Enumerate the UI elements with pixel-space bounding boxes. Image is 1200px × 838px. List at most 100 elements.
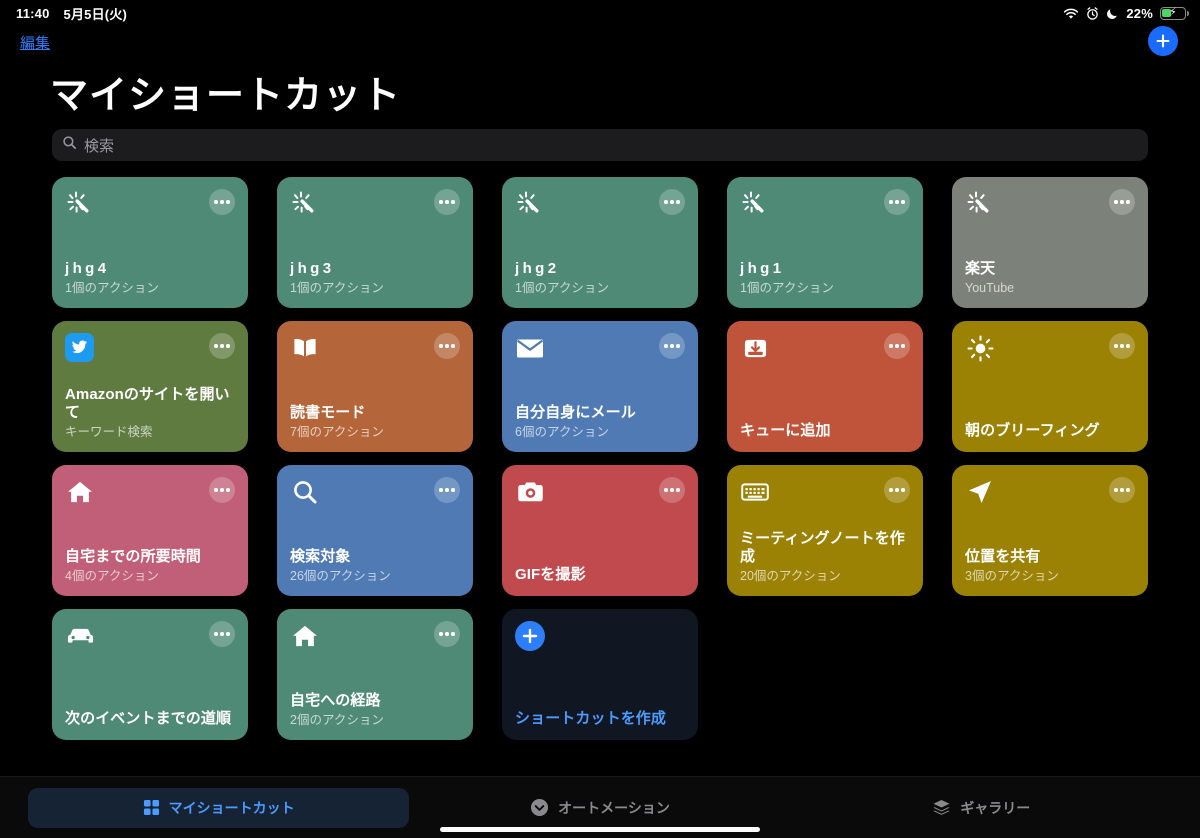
tile-text: 朝のブリーフィング (965, 422, 1135, 441)
add-shortcut-button[interactable] (1148, 26, 1178, 56)
tile-more-button[interactable] (884, 189, 910, 215)
tile-title: 自宅への経路 (290, 692, 381, 710)
tile-title: 位置を共有 (965, 548, 1041, 566)
tile-subtitle: 26個のアクション (290, 569, 391, 584)
magic-wand-icon (290, 189, 320, 219)
tile-more-button[interactable] (1109, 477, 1135, 503)
tile-title: 朝のブリーフィング (965, 422, 1100, 440)
tile-title: jhg4 (65, 260, 110, 278)
tile-subtitle: 1個のアクション (515, 281, 609, 296)
tile-text: 次のイベントまでの道順 (65, 710, 235, 729)
tile-title: GIFを撮影 (515, 566, 586, 584)
page-title: マイショートカット (50, 75, 402, 117)
shortcut-tile[interactable]: GIFを撮影 (502, 465, 698, 596)
home-indicator (440, 827, 760, 832)
status-bar-left: 11:40 5月5日(火) (16, 4, 127, 23)
magic-wand-icon (65, 189, 95, 219)
shortcut-tile[interactable]: 読書モード 7個のアクション (277, 321, 473, 452)
tile-more-button[interactable] (209, 477, 235, 503)
tile-header (65, 333, 235, 362)
tab-gallery[interactable]: ギャラリー (791, 788, 1172, 828)
tile-text: 読書モード 7個のアクション (290, 404, 460, 441)
tile-subtitle: 2個のアクション (290, 713, 384, 728)
create-shortcut-label: ショートカットを作成 (515, 710, 667, 728)
tile-header (740, 333, 910, 363)
tile-more-button[interactable] (434, 333, 460, 359)
layers-icon (932, 799, 951, 816)
tile-title: 楽天 (965, 260, 996, 278)
shortcut-tile[interactable]: Amazonのサイトを開いて キーワード検索 (52, 321, 248, 452)
book-icon (290, 333, 320, 363)
alarm-clock-icon (1086, 6, 1099, 20)
tile-more-button[interactable] (209, 189, 235, 215)
tile-more-button[interactable] (884, 477, 910, 503)
charging-bolt-icon: ⚡ (1169, 6, 1177, 19)
car-icon (65, 621, 95, 651)
tile-subtitle: 6個のアクション (515, 425, 609, 440)
shortcut-tile[interactable]: 位置を共有 3個のアクション (952, 465, 1148, 596)
tile-header (65, 621, 235, 651)
tile-header (65, 477, 235, 507)
tile-more-button[interactable] (434, 189, 460, 215)
battery-icon: ⚡ (1160, 6, 1189, 20)
create-shortcut-tile[interactable]: ショートカットを作成 (502, 609, 698, 740)
envelope-icon (515, 333, 545, 363)
edit-button[interactable]: 編集 (20, 32, 50, 53)
shortcut-tile[interactable]: jhg1 1個のアクション (727, 177, 923, 308)
tile-header (515, 621, 685, 651)
tile-more-button[interactable] (434, 621, 460, 647)
tile-more-button[interactable] (434, 477, 460, 503)
tile-header (515, 189, 685, 219)
tile-header (515, 477, 685, 507)
tile-more-button[interactable] (884, 333, 910, 359)
tile-more-button[interactable] (659, 477, 685, 503)
shortcut-tile[interactable]: 次のイベントまでの道順 (52, 609, 248, 740)
shortcut-tile[interactable]: jhg4 1個のアクション (52, 177, 248, 308)
tab-automation[interactable]: オートメーション (409, 788, 790, 828)
shortcuts-grid: jhg4 1個のアクション jhg3 1個のアクション jhg2 1個のアクション jhg1… (0, 161, 1200, 740)
shortcut-tile[interactable]: キューに追加 (727, 321, 923, 452)
tab-label-my-shortcuts: マイショートカット (168, 799, 295, 816)
moon-icon (1106, 7, 1119, 20)
house-icon (65, 477, 95, 507)
tile-more-button[interactable] (659, 333, 685, 359)
tile-text: キューに追加 (740, 422, 910, 441)
tile-header (740, 477, 910, 507)
tile-header (290, 189, 460, 219)
tile-more-button[interactable] (1109, 333, 1135, 359)
tile-more-button[interactable] (1109, 189, 1135, 215)
house-icon (290, 621, 320, 651)
shortcut-tile[interactable]: 楽天 YouTube (952, 177, 1148, 308)
shortcut-tile[interactable]: 自宅までの所要時間 4個のアクション (52, 465, 248, 596)
tab-my-shortcuts[interactable]: マイショートカット (28, 787, 410, 828)
tile-text: 自宅までの所要時間 4個のアクション (65, 548, 235, 585)
shortcut-tile[interactable]: jhg2 1個のアクション (502, 177, 698, 308)
twitter-icon (65, 333, 94, 362)
tile-header (290, 621, 460, 651)
tile-text: jhg3 1個のアクション (290, 260, 460, 297)
shortcut-tile[interactable]: 自宅への経路 2個のアクション (277, 609, 473, 740)
tile-more-button[interactable] (209, 621, 235, 647)
tile-more-button[interactable] (659, 189, 685, 215)
tab-label-automation: オートメーション (558, 799, 670, 816)
status-bar: 11:40 5月5日(火) 22% ⚡ (0, 0, 1200, 26)
tile-text: 位置を共有 3個のアクション (965, 548, 1135, 585)
tile-text: ミーティングノートを作成 20個のアクション (740, 530, 910, 585)
tab-label-gallery: ギャラリー (960, 799, 1031, 816)
magic-wand-icon (965, 189, 995, 219)
shortcut-tile[interactable]: 検索対象 26個のアクション (277, 465, 473, 596)
shortcut-tile[interactable]: ミーティングノートを作成 20個のアクション (727, 465, 923, 596)
shortcut-tile[interactable]: 朝のブリーフィング (952, 321, 1148, 452)
tile-subtitle: 1個のアクション (290, 281, 384, 296)
shortcut-tile[interactable]: 自分自身にメール 6個のアクション (502, 321, 698, 452)
search-input[interactable]: 検索 (52, 129, 1148, 161)
shortcut-tile[interactable]: jhg3 1個のアクション (277, 177, 473, 308)
status-date: 5月5日(火) (63, 6, 128, 22)
tile-header (290, 477, 460, 507)
tile-subtitle: YouTube (965, 281, 1015, 296)
tile-title: jhg1 (740, 260, 785, 278)
tile-subtitle: 1個のアクション (65, 281, 159, 296)
tile-subtitle: 1個のアクション (740, 281, 834, 296)
tile-title: jhg2 (515, 260, 560, 278)
tile-more-button[interactable] (209, 333, 235, 359)
